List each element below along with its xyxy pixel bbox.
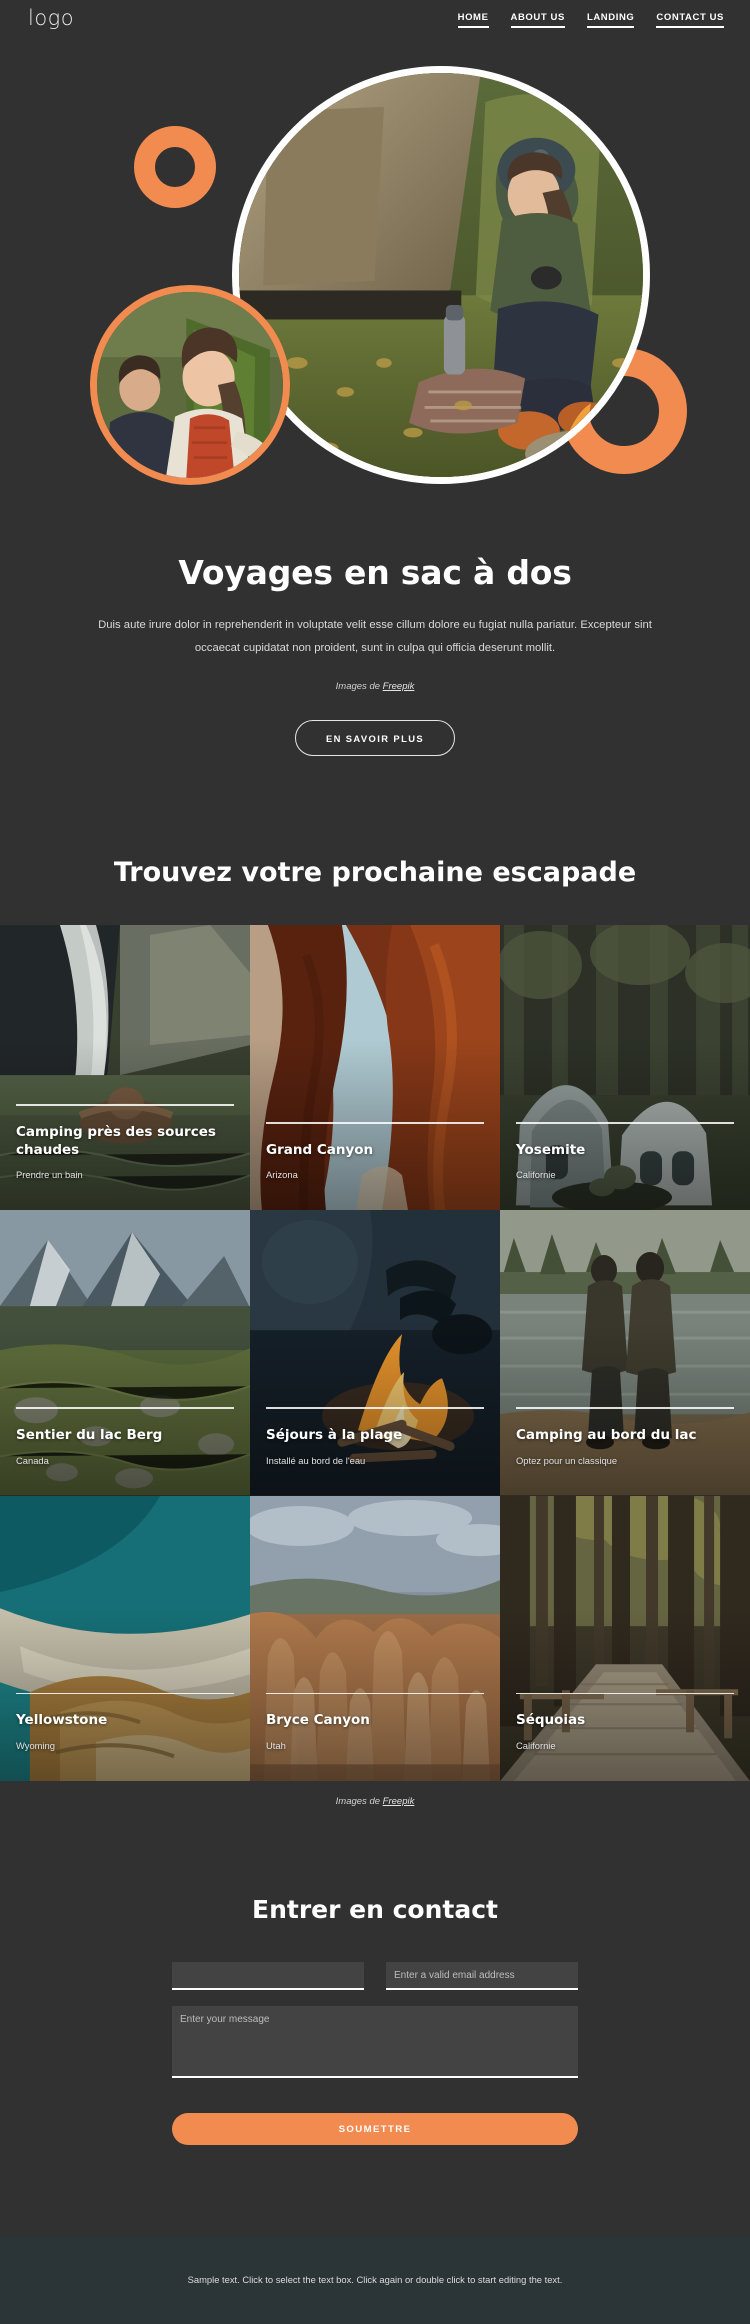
caption-rule [16,1104,234,1106]
gallery-card[interactable]: Bryce Canyon Utah [250,1495,500,1781]
page-title: Voyages en sac à dos [178,553,572,592]
gallery-card-title: Bryce Canyon [266,1712,370,1729]
gallery-card-caption: Camping au bord du lac Optez pour un cla… [516,1407,734,1466]
caption-rule [266,1122,484,1124]
gallery-card-title: Yosemite [516,1141,586,1158]
gallery-card-caption: Séjours à la plage Installé au bord de l… [266,1407,484,1466]
camper-woman-tent-photo [239,73,643,477]
gallery-card-subtitle: Arizona [266,1169,298,1181]
gallery-card[interactable]: Yellowstone Wyoming [0,1495,250,1781]
site-header: logo HOME ABOUT US LANDING CONTACT US [0,0,750,46]
contact-heading: Entrer en contact [252,1895,498,1924]
gallery-card-title: Grand Canyon [266,1141,374,1158]
gallery-card[interactable]: Séquoias Californie [500,1495,750,1781]
gallery-image-credit: Images de Freepik [0,1796,750,1807]
hero-image-credit: Images de Freepik [0,681,750,692]
gallery-card-subtitle: Utah [266,1740,286,1751]
gallery-card-caption: Yellowstone Wyoming [16,1692,234,1751]
gallery-credit-link[interactable]: Freepik [383,1796,415,1807]
nav-item-landing[interactable]: LANDING [586,12,635,28]
gallery-card[interactable]: Camping près des sources chaudes Prendre… [0,925,250,1211]
gallery-card-title: Séjours à la plage [266,1426,403,1443]
hero-collage [0,0,750,560]
nav-item-about-us[interactable]: ABOUT US [510,12,566,28]
decorative-ring-top-left [134,126,216,208]
gallery-card-title: Camping au bord du lac [516,1426,697,1443]
caption-rule [266,1692,484,1695]
hero-photo-primary [232,66,650,484]
gallery-credit-prefix: Images de [335,1796,383,1807]
nav-item-contact-us[interactable]: CONTACT US [656,12,724,28]
gallery-card[interactable]: Camping au bord du lac Optez pour un cla… [500,1210,750,1496]
gallery-card-title: Yellowstone [16,1712,108,1729]
caption-rule [516,1692,734,1695]
submit-button[interactable]: SOUMETTRE [172,2113,578,2145]
gallery-card-subtitle: Californie [516,1169,556,1181]
gallery-card-subtitle: Canada [16,1454,49,1466]
gallery-card-caption: Camping près des sources chaudes Prendre… [16,1104,234,1180]
gallery-card-title: Camping près des sources chaudes [16,1123,216,1158]
gallery-card[interactable]: Yosemite Californie [500,925,750,1211]
gallery-card-caption: Sentier du lac Berg Canada [16,1407,234,1466]
gallery-card-subtitle: Installé au bord de l'eau [266,1454,366,1466]
gallery-card-caption: Bryce Canyon Utah [266,1692,484,1751]
name-input[interactable] [172,1962,364,1990]
main-navigation: HOME ABOUT US LANDING CONTACT US [457,12,724,28]
caption-rule [516,1407,734,1409]
gallery-card[interactable]: Grand Canyon Arizona [250,925,500,1211]
gallery-card-caption: Séquoias Californie [516,1692,734,1751]
destination-grid: Camping près des sources chaudes Prendre… [0,925,750,1781]
nav-item-home[interactable]: HOME [457,12,489,28]
hero-photo-secondary [90,285,290,485]
hero-credit-prefix: Images de [335,681,383,693]
hero-subtitle: Duis aute irure dolor in reprehenderit i… [98,619,652,654]
gallery-card-subtitle: Optez pour un classique [516,1454,618,1466]
gallery-card[interactable]: Sentier du lac Berg Canada [0,1210,250,1496]
site-footer: Sample text. Click to select the text bo… [0,2236,750,2324]
contact-form: SOUMETTRE [172,1962,578,2145]
caption-rule [266,1407,484,1409]
gallery-card-subtitle: Californie [516,1740,556,1751]
gallery-card-subtitle: Wyoming [16,1740,55,1751]
caption-rule [16,1407,234,1409]
gallery-card[interactable]: Séjours à la plage Installé au bord de l… [250,1210,500,1496]
email-input[interactable] [386,1962,578,1990]
gallery-card-caption: Yosemite Californie [516,1122,734,1180]
gallery-card-title: Sentier du lac Berg [16,1426,163,1443]
hero-credit-link[interactable]: Freepik [383,681,415,692]
logo[interactable]: logo [28,6,74,30]
caption-rule [16,1692,234,1695]
footer-sample-text: Sample text. Click to select the text bo… [187,2274,563,2285]
couple-selfie-photo [97,292,283,478]
caption-rule [516,1122,734,1124]
contact-form-row [172,1962,578,1990]
learn-more-button[interactable]: EN SAVOIR PLUS [295,720,455,757]
gallery-heading: Trouvez votre prochaine escapade [113,857,637,888]
hero-copy: Voyages en sac à dos Duis aute irure dol… [0,553,750,757]
gallery-card-caption: Grand Canyon Arizona [266,1122,484,1180]
gallery-card-title: Séquoias [516,1712,586,1729]
gallery-card-subtitle: Prendre un bain [16,1169,83,1181]
message-textarea[interactable] [172,2006,578,2078]
